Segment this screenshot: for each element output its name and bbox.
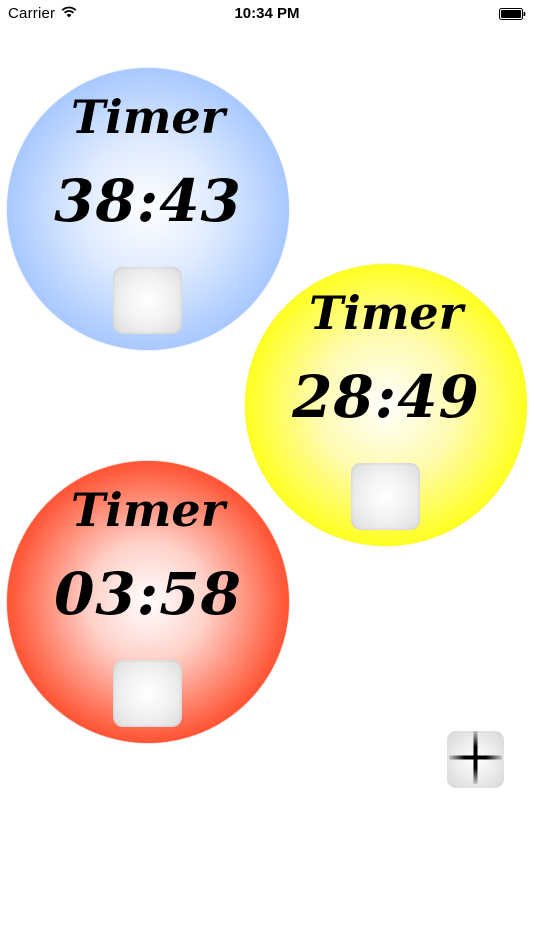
status-time: 10:34 PM: [234, 5, 300, 22]
timer-countdown: 03:58: [54, 560, 242, 628]
timer-title: Timer: [71, 90, 225, 144]
status-bar: Carrier 10:34 PM: [0, 0, 534, 28]
timer-countdown: 38:43: [54, 167, 242, 235]
plus-icon: [447, 729, 504, 790]
timer-card-3[interactable]: Timer 03:58: [7, 461, 289, 743]
timer-control-button[interactable]: [113, 660, 182, 727]
timer-control-button[interactable]: [351, 463, 420, 530]
add-timer-button[interactable]: [447, 731, 504, 788]
timer-title: Timer: [71, 483, 225, 537]
timer-countdown: 28:49: [292, 363, 480, 431]
battery-icon: [499, 7, 526, 20]
timer-control-button[interactable]: [113, 267, 182, 334]
timer-title: Timer: [309, 286, 463, 340]
